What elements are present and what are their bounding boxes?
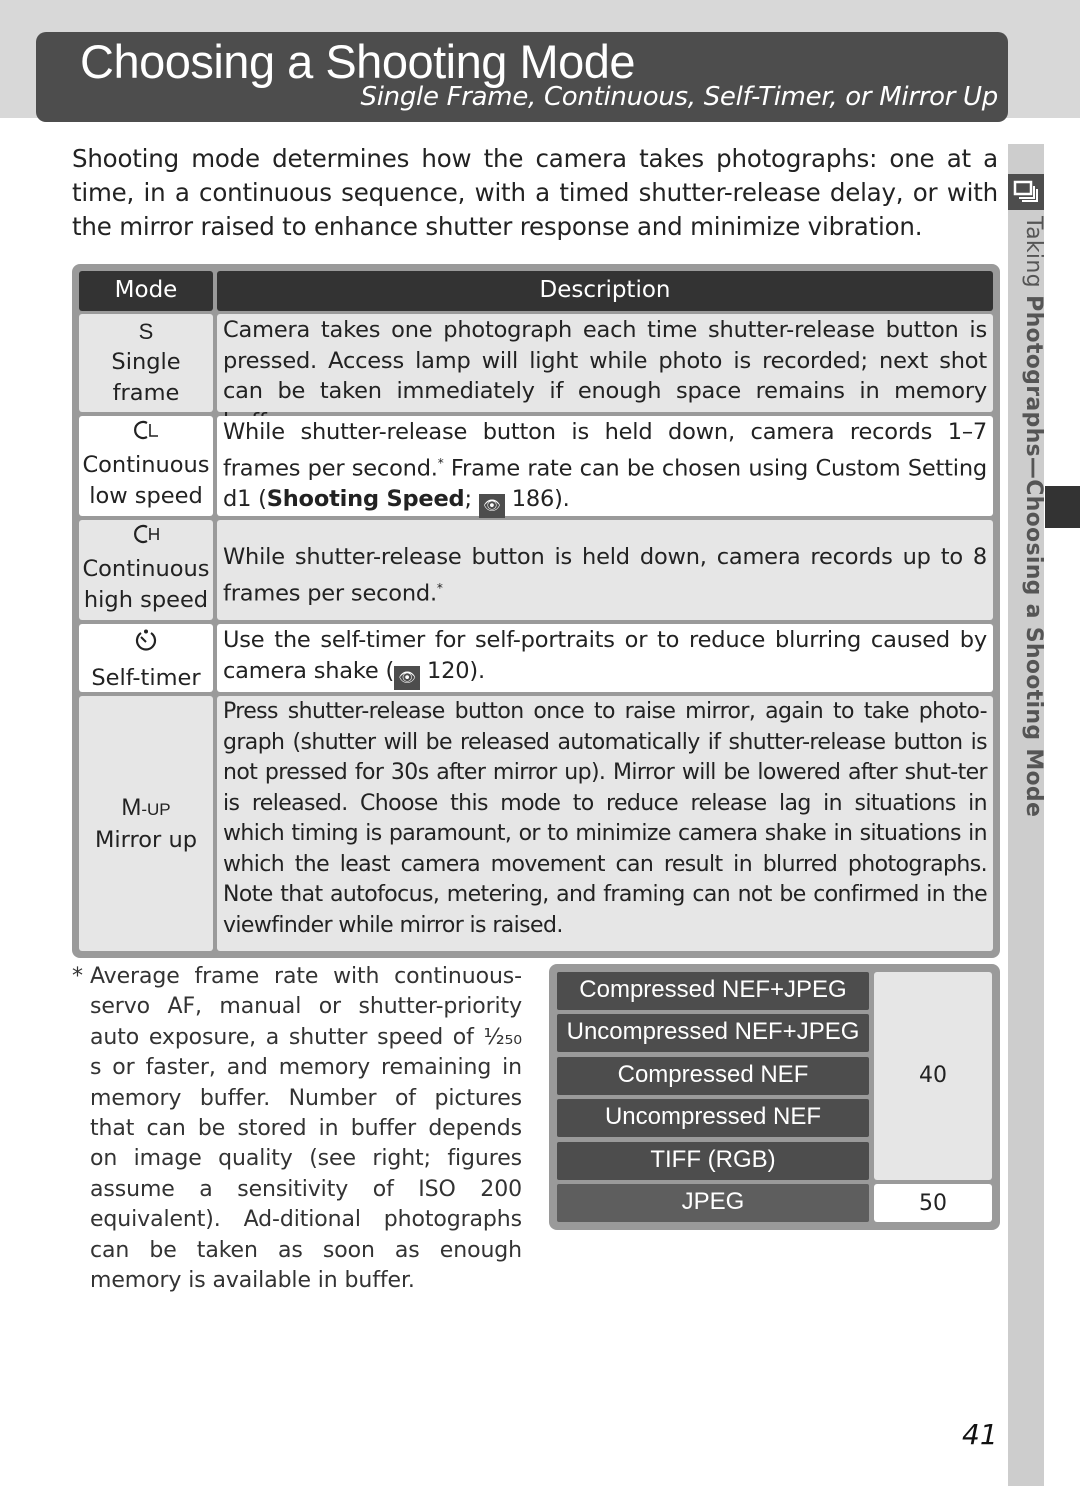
mode-name: Self-timer — [91, 665, 201, 691]
self-timer-icon — [79, 628, 213, 663]
buffer-capacity-table: Compressed NEF+JPEG Uncompressed NEF+JPE… — [549, 964, 1000, 1230]
desc-cell-continuous-low: While shutter-release button is held dow… — [217, 416, 993, 518]
continuous-low-symbol — [79, 418, 213, 450]
page-reference: 120 — [427, 657, 470, 684]
quality-compressed-nef-jpeg: Compressed NEF+JPEG — [557, 972, 869, 1010]
quality-jpeg: JPEG — [557, 1184, 869, 1222]
mode-name: Continuous — [82, 452, 210, 478]
mode-cell-self-timer: Self-timer — [79, 624, 213, 692]
quality-tiff-rgb: TIFF (RGB) — [557, 1142, 869, 1180]
mode-name: Single — [111, 349, 181, 375]
mode-name: high speed — [83, 587, 209, 613]
desc-cell-continuous-high: While shutter-release button is held dow… — [217, 520, 993, 620]
page-reference: 186 — [511, 485, 555, 512]
shooting-menu-icon — [1008, 174, 1044, 210]
shooting-mode-table: Mode Description S Single frame Camera t… — [72, 264, 1000, 958]
single-frame-symbol: S — [138, 319, 154, 344]
continuous-high-symbol — [79, 522, 213, 554]
header-mode: Mode — [79, 271, 213, 311]
mode-cell-single: S Single frame — [79, 314, 213, 412]
page-number: 41 — [962, 1418, 998, 1451]
quality-compressed-nef: Compressed NEF — [557, 1057, 869, 1095]
buffer-value-40: 40 — [874, 972, 992, 1180]
mode-name: frame — [112, 380, 180, 406]
footnote-marker: * — [72, 964, 83, 989]
quality-uncompressed-nef-jpeg: Uncompressed NEF+JPEG — [557, 1014, 869, 1052]
page-header: Choosing a Shooting Mode Single Frame, C… — [36, 32, 1008, 122]
footnote-text: Average frame rate with continuous-servo… — [90, 964, 522, 1294]
intro-paragraph: Shooting mode determines how the camera … — [72, 144, 998, 241]
mode-name: Continuous — [82, 556, 210, 582]
desc-cell-single: Camera takes one photograph each time sh… — [217, 314, 993, 435]
mode-cell-mirror-up: M-UP Mirror up — [79, 696, 213, 951]
buffer-value-50: 50 — [874, 1184, 992, 1222]
shooting-speed-setting: Shooting Speed — [266, 485, 465, 512]
page-subtitle: Single Frame, Continuous, Self-Timer, or… — [360, 82, 999, 112]
page-reference-icon: 👁 — [478, 493, 505, 518]
mode-cell-continuous-high: Continuous high speed — [79, 520, 213, 620]
mirror-up-symbol: M-UP — [121, 794, 171, 821]
header-description: Description — [217, 271, 993, 311]
mode-cell-continuous-low: Continuous low speed — [79, 416, 213, 516]
section-marker — [1045, 486, 1080, 528]
page-title: Choosing a Shooting Mode — [80, 35, 636, 88]
desc-cell-self-timer: Use the self-timer for self-portraits or… — [217, 624, 993, 692]
quality-uncompressed-nef: Uncompressed NEF — [557, 1099, 869, 1137]
mode-name: Mirror up — [95, 827, 197, 853]
footnote: * Average frame rate with continuous-ser… — [72, 962, 522, 1296]
page-reference-icon: 👁 — [394, 665, 421, 690]
mode-name: low speed — [89, 483, 203, 509]
side-tab: Taking Photographs—Choosing a Shooting M… — [1008, 144, 1046, 1486]
desc-cell-mirror-up: Press shutter-release button once to rai… — [217, 696, 993, 951]
side-tab-label: Taking Photographs—Choosing a Shooting M… — [1021, 216, 1046, 818]
